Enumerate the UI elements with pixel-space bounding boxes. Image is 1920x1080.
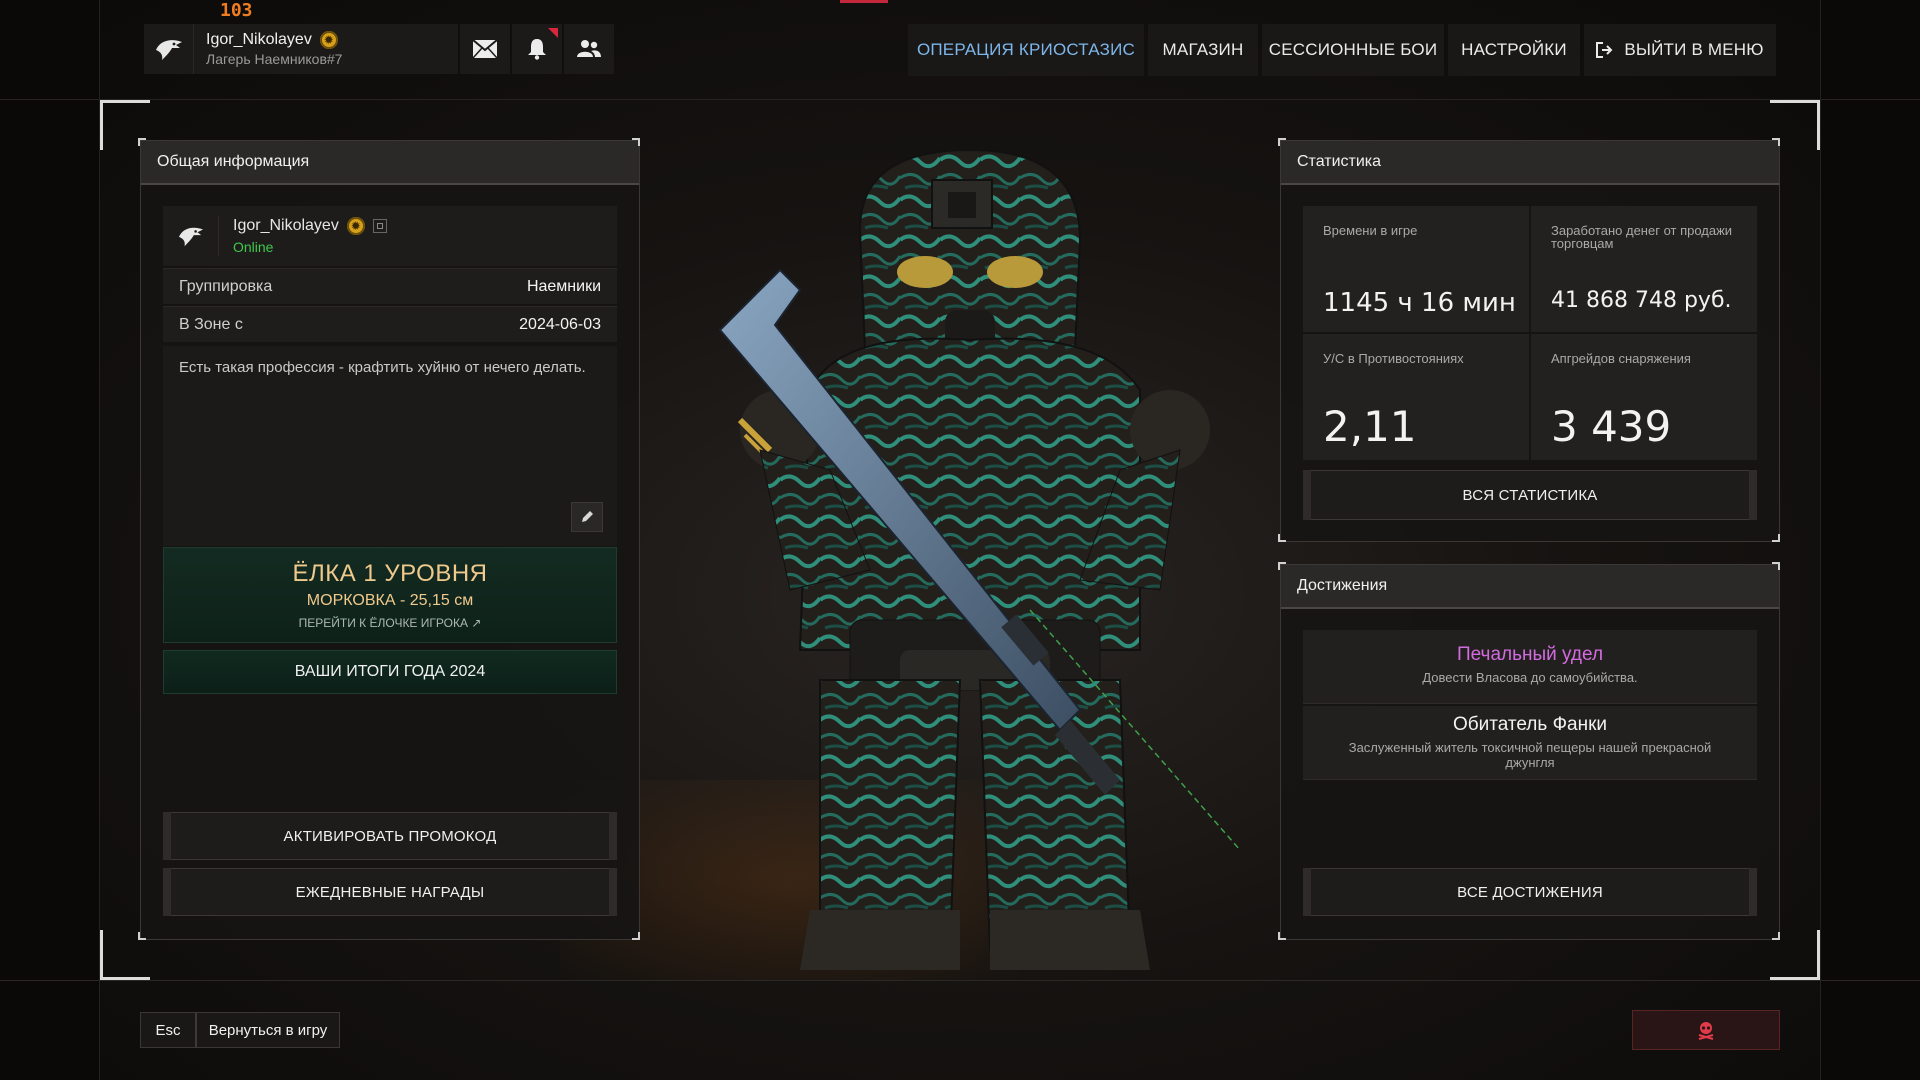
stat-playtime: Времени в игре 1145 ч 16 мин	[1303, 206, 1529, 332]
report-button[interactable]	[1632, 1010, 1780, 1050]
promo-button-label: АКТИВИРОВАТЬ ПРОМОКОД	[283, 827, 497, 845]
ping-counter: 103	[220, 0, 253, 21]
notifications-button[interactable]	[512, 24, 562, 74]
esc-key: Esc	[141, 1013, 197, 1047]
nav-shop[interactable]: МАГАЗИН	[1148, 24, 1258, 76]
stat-label: Апгрейдов снаряжения	[1551, 351, 1691, 366]
sun-badge-icon: ✹	[319, 31, 338, 49]
notification-dot	[548, 28, 558, 38]
stat-value: 1145 ч 16 мин	[1323, 288, 1516, 318]
character-model	[718, 150, 1240, 970]
right-margin	[1820, 0, 1920, 1080]
profile-summary[interactable]: Igor_Nikolayev ✹ Лагерь Наемников#7	[144, 24, 458, 74]
back-to-game[interactable]: Esc Вернуться в игру	[140, 1012, 340, 1048]
nav-exit-label: ВЫЙТИ В МЕНЮ	[1624, 40, 1764, 59]
panel-corner	[1772, 562, 1780, 570]
panel-corner	[1772, 138, 1780, 146]
year-results-button[interactable]: ВАШИ ИТОГИ ГОДА 2024	[163, 650, 617, 694]
player-card: Igor_Nikolayev ✹ Online	[163, 206, 617, 266]
friends-icon	[577, 40, 601, 57]
promo-button[interactable]: АКТИВИРОВАТЬ ПРОМОКОД	[163, 812, 617, 860]
panel-corner	[1772, 534, 1780, 542]
since-value: 2024-06-03	[519, 315, 601, 333]
achievement-desc: Довести Власова до самоубийства.	[1422, 670, 1638, 685]
achievement-desc: Заслуженный житель токсичной пещеры наше…	[1348, 740, 1712, 770]
back-to-game-label: Вернуться в игру	[208, 1021, 328, 1039]
christmas-tree-banner[interactable]: ЁЛКА 1 УРОВНЯ МОРКОВКА - 25,15 см ПЕРЕЙТ…	[163, 547, 617, 643]
achievement-item[interactable]: Обитатель Фанки Заслуженный житель токси…	[1303, 706, 1757, 780]
all-achievements-button[interactable]: ВСЕ ДОСТИЖЕНИЯ	[1303, 868, 1757, 916]
edit-about-button[interactable]	[571, 502, 603, 532]
stat-value: 2,11	[1323, 402, 1417, 451]
stat-label: У/С в Противостояниях	[1323, 351, 1464, 366]
bell-icon	[528, 39, 546, 60]
faction-value: Наемники	[526, 277, 601, 295]
top-indicator	[840, 0, 888, 3]
tree-link[interactable]: ПЕРЕЙТИ К ЁЛОЧКЕ ИГРОКА	[299, 616, 468, 630]
pencil-icon	[582, 511, 593, 522]
all-stats-button[interactable]: ВСЯ СТАТИСТИКА	[1303, 470, 1757, 520]
stat-value: 41 868 748 руб.	[1551, 288, 1732, 313]
all-stats-label: ВСЯ СТАТИСТИКА	[1462, 486, 1598, 504]
eagle-logo-icon	[144, 24, 194, 74]
top-bar: 103 Igor_Nikolayev ✹ Лагерь Наемников#7 О…	[0, 0, 1920, 100]
player-name: Igor_Nikolayev	[206, 31, 312, 48]
daily-rewards-label: ЕЖЕДНЕВНЫЕ НАГРАДЫ	[295, 883, 485, 901]
panel-corner	[632, 138, 640, 146]
stat-label: Заработано денег от продажи торговцам	[1551, 223, 1733, 251]
panel-corner	[1278, 562, 1286, 570]
stat-label: Времени в игре	[1323, 223, 1418, 238]
copy-icon[interactable]	[372, 219, 387, 233]
nav-settings[interactable]: НАСТРОЙКИ	[1448, 24, 1580, 76]
daily-rewards-button[interactable]: ЕЖЕДНЕВНЫЕ НАГРАДЫ	[163, 868, 617, 916]
mail-button[interactable]	[460, 24, 510, 74]
since-label: В Зоне с	[179, 315, 243, 333]
footer-divider	[0, 980, 1920, 981]
year-results-label: ВАШИ ИТОГИ ГОДА 2024	[294, 663, 486, 680]
nav-sessions[interactable]: СЕССИОННЫЕ БОИ	[1262, 24, 1444, 76]
tree-level: ЁЛКА 1 УРОВНЯ	[292, 560, 488, 587]
panel-corner	[1278, 138, 1286, 146]
external-link-icon: ↗	[471, 616, 482, 630]
nav-operation[interactable]: ОПЕРАЦИЯ КРИОСТАЗИС	[908, 24, 1144, 76]
achievement-item[interactable]: Печальный удел Довести Власова до самоуб…	[1303, 630, 1757, 704]
achievements-panel-title: Достижения	[1281, 565, 1779, 609]
stat-money: Заработано денег от продажи торговцам 41…	[1531, 206, 1757, 332]
player-name: Igor_Nikolayev	[233, 217, 339, 234]
sun-badge-icon: ✹	[346, 217, 365, 235]
stats-panel-title: Статистика	[1281, 141, 1779, 185]
about-box: Есть такая профессия - крафтить хуйню от…	[163, 346, 617, 546]
mail-icon	[472, 39, 498, 59]
stat-kd: У/С в Противостояниях 2,11	[1303, 334, 1529, 460]
skull-icon	[1698, 1022, 1714, 1040]
faction-label: Группировка	[179, 277, 273, 295]
exit-icon	[1596, 42, 1613, 58]
all-achievements-label: ВСЕ ДОСТИЖЕНИЯ	[1457, 883, 1603, 901]
eagle-logo-icon	[163, 216, 219, 256]
tree-carrot: МОРКОВКА - 25,15 см	[306, 592, 474, 609]
panel-corner	[138, 932, 146, 940]
panel-corner	[1278, 932, 1286, 940]
friends-button[interactable]	[564, 24, 614, 74]
panel-corner	[1772, 932, 1780, 940]
panel-corner	[1278, 534, 1286, 542]
panel-corner	[632, 932, 640, 940]
achievement-name: Обитатель Фанки	[1452, 714, 1608, 735]
since-row: В Зоне с 2024-06-03	[163, 306, 617, 342]
faction-row: Группировка Наемники	[163, 268, 617, 304]
stat-value: 3 439	[1551, 402, 1672, 451]
achievement-name: Печальный удел	[1456, 644, 1604, 665]
info-panel-title: Общая информация	[141, 141, 639, 185]
online-status: Online	[233, 239, 274, 255]
panel-corner	[138, 138, 146, 146]
stat-upgrades: Апгрейдов снаряжения 3 439	[1531, 334, 1757, 460]
nav-exit[interactable]: ВЫЙТИ В МЕНЮ	[1584, 24, 1776, 76]
player-clan: Лагерь Наемников#7	[206, 51, 343, 67]
about-text: Есть такая профессия - крафтить хуйню от…	[179, 359, 586, 376]
left-margin	[0, 0, 100, 1080]
